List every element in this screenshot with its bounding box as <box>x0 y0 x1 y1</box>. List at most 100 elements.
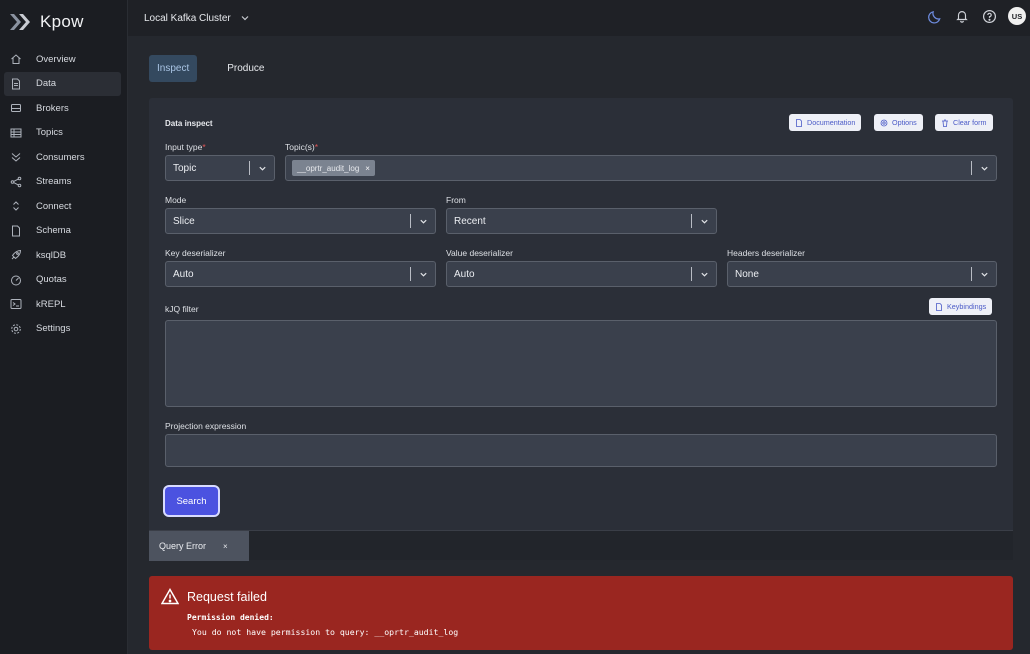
clear-form-label: Clear form <box>953 118 987 127</box>
cluster-name: Local Kafka Cluster <box>144 12 231 24</box>
mode-label: Mode <box>165 195 187 205</box>
app-logo[interactable]: Kpow <box>0 0 127 44</box>
chevrons-down-icon <box>9 151 22 164</box>
warning-icon <box>161 588 179 605</box>
clear-form-button[interactable]: Clear form <box>935 114 993 131</box>
sidebar-item-label: Connect <box>36 200 72 212</box>
headers-deserializer-select[interactable]: None <box>727 261 997 287</box>
sidebar-item-data[interactable]: Data <box>4 71 121 96</box>
options-button[interactable]: Options <box>874 114 923 131</box>
document-icon <box>9 77 22 90</box>
sidebar-item-overview[interactable]: Overview <box>4 47 121 72</box>
sidebar-item-label: Topics <box>36 127 63 139</box>
error-message: You do not have permission to query: __o… <box>192 627 459 637</box>
options-label: Options <box>892 118 917 127</box>
chevron-down-icon <box>411 217 435 226</box>
kjq-filter-input[interactable] <box>165 320 997 407</box>
remove-topic-button[interactable]: × <box>365 164 370 173</box>
topics-label: Topic(s)* <box>285 142 319 152</box>
sidebar-item-label: Quotas <box>36 274 67 286</box>
mode-select[interactable]: Slice <box>165 208 436 234</box>
kpow-logo-icon <box>10 14 30 30</box>
top-bar: Local Kafka Cluster US <box>128 0 1030 36</box>
main-content: Inspect Produce Data inspect Documentati… <box>128 36 1030 654</box>
cluster-selector[interactable]: Local Kafka Cluster <box>144 13 250 24</box>
document-icon <box>796 118 802 127</box>
sidebar-item-label: Streams <box>36 176 72 188</box>
app-name: Kpow <box>40 12 84 31</box>
chevron-down-icon <box>411 270 435 279</box>
sidebar-item-quotas[interactable]: Quotas <box>4 268 121 293</box>
from-select[interactable]: Recent <box>446 208 717 234</box>
from-label: From <box>446 195 466 205</box>
sidebar-item-schema[interactable]: Schema <box>4 219 121 244</box>
projection-label: Projection expression <box>165 421 247 431</box>
input-type-select[interactable]: Topic <box>165 155 275 181</box>
rocket-icon <box>9 249 22 262</box>
topics-select[interactable]: __oprtr_audit_log × <box>285 155 997 181</box>
sidebar-item-label: Brokers <box>36 102 69 114</box>
bell-icon[interactable] <box>954 8 970 24</box>
chevron-down-icon <box>692 270 716 279</box>
sidebar-item-streams[interactable]: Streams <box>4 170 121 195</box>
key-deserializer-label: Key deserializer <box>165 248 226 258</box>
terminal-icon <box>9 298 22 311</box>
projection-input[interactable] <box>165 434 997 467</box>
headers-deserializer-label: Headers deserializer <box>727 248 805 258</box>
sidebar: Kpow Overview Data Brokers Topics Consum… <box>0 0 128 654</box>
tab-bar: Inspect Produce <box>149 55 273 82</box>
key-deserializer-select[interactable]: Auto <box>165 261 436 287</box>
value-deserializer-select[interactable]: Auto <box>446 261 717 287</box>
chevrons-up-down-icon <box>9 200 22 213</box>
server-icon <box>9 102 22 115</box>
file-icon <box>9 224 22 237</box>
sidebar-item-consumers[interactable]: Consumers <box>4 145 121 170</box>
chevron-down-icon <box>972 270 996 279</box>
chevron-down-icon <box>692 217 716 226</box>
sidebar-item-brokers[interactable]: Brokers <box>4 96 121 121</box>
sidebar-item-settings[interactable]: Settings <box>4 317 121 342</box>
documentation-button[interactable]: Documentation <box>789 114 862 131</box>
sidebar-item-label: Schema <box>36 225 71 237</box>
sidebar-item-label: kREPL <box>36 298 66 310</box>
tab-query-error[interactable]: Query Error × <box>149 531 249 561</box>
data-inspect-panel: Data inspect Documentation Options Clear… <box>149 98 1013 561</box>
topic-tag: __oprtr_audit_log × <box>292 160 375 176</box>
search-button[interactable]: Search <box>165 487 218 515</box>
error-message-heading: Permission denied: <box>187 613 274 622</box>
tab-produce[interactable]: Produce <box>219 55 272 82</box>
avatar[interactable]: US <box>1008 7 1026 25</box>
tab-inspect[interactable]: Inspect <box>149 55 198 82</box>
chevron-down-icon <box>972 164 996 173</box>
keybindings-label: Keybindings <box>947 302 987 311</box>
gear-icon <box>880 119 888 126</box>
document-icon <box>936 302 942 311</box>
keybindings-button[interactable]: Keybindings <box>929 298 993 315</box>
result-tabs: Query Error × <box>149 530 1013 561</box>
table-icon <box>9 126 22 139</box>
home-icon <box>9 53 22 66</box>
chevron-down-icon <box>250 164 274 173</box>
moon-icon[interactable] <box>927 8 943 24</box>
error-title: Request failed <box>187 590 267 604</box>
error-alert: Request failed Permission denied: You do… <box>149 576 1013 650</box>
share-icon <box>9 175 22 188</box>
help-icon[interactable] <box>981 8 997 24</box>
chevron-down-icon <box>241 16 249 21</box>
value-deserializer-label: Value deserializer <box>446 248 513 258</box>
documentation-label: Documentation <box>807 118 856 127</box>
sidebar-item-label: Overview <box>36 53 76 65</box>
kjq-filter-label: kJQ filter <box>165 304 199 314</box>
sidebar-item-label: Data <box>36 78 57 90</box>
close-tab-button[interactable]: × <box>223 542 228 551</box>
sidebar-item-label: Settings <box>36 323 71 335</box>
sidebar-item-topics[interactable]: Topics <box>4 121 121 146</box>
sidebar-item-label: ksqlDB <box>36 249 67 261</box>
trash-icon <box>942 119 948 127</box>
sidebar-item-connect[interactable]: Connect <box>4 194 121 219</box>
panel-title: Data inspect <box>165 119 213 128</box>
sidebar-item-krepl[interactable]: kREPL <box>4 292 121 317</box>
sidebar-item-label: Consumers <box>36 151 85 163</box>
gauge-icon <box>9 273 22 286</box>
sidebar-item-ksqldb[interactable]: ksqlDB <box>4 243 121 268</box>
